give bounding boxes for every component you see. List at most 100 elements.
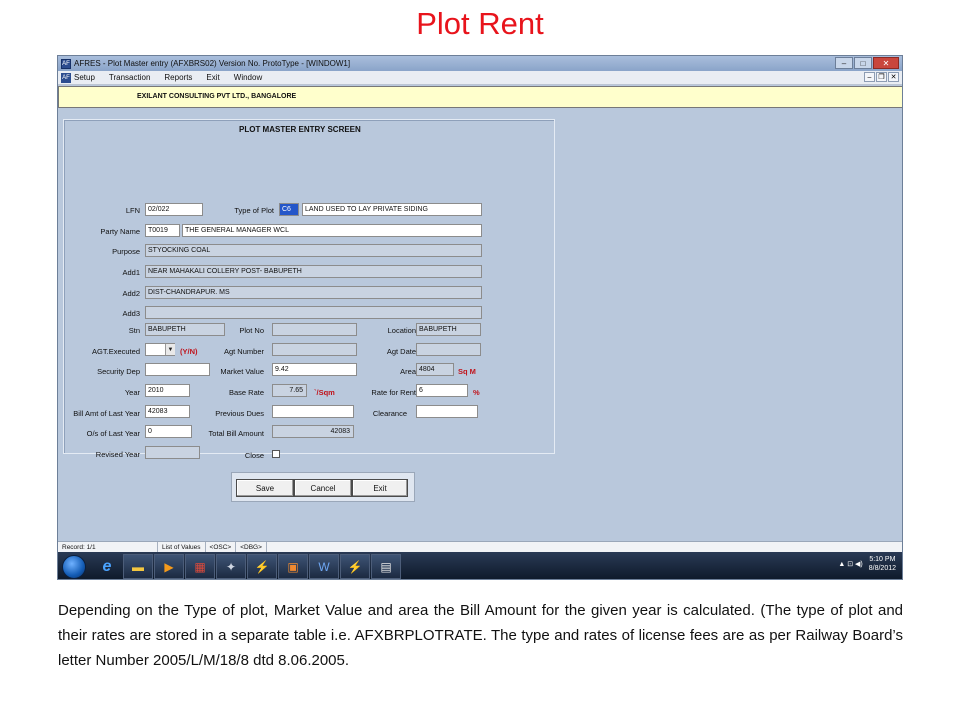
os-last-year-field[interactable]: 0 — [145, 425, 192, 438]
sqm-unit: Sq M — [458, 367, 476, 376]
app-window: AF AFRES - Plot Master entry (AFXBRS02) … — [57, 55, 903, 580]
window-titlebar[interactable]: AF AFRES - Plot Master entry (AFXBRS02) … — [58, 56, 902, 71]
stn-field[interactable]: BABUPETH — [145, 323, 225, 336]
previous-dues-field[interactable] — [272, 405, 354, 418]
clearance-field[interactable] — [416, 405, 478, 418]
save-button[interactable]: Save — [236, 479, 294, 497]
type-of-plot-label: Type of Plot — [234, 206, 274, 215]
chevron-down-icon[interactable]: ▼ — [165, 344, 175, 355]
plot-master-form: PLOT MASTER ENTRY SCREEN LFN 02/022 Type… — [63, 119, 555, 502]
powerpoint-icon[interactable]: ▣ — [278, 554, 308, 579]
area-field[interactable]: 4804 — [416, 363, 454, 376]
year-field[interactable]: 2010 — [145, 384, 190, 397]
network-icon[interactable]: ✦ — [216, 554, 246, 579]
menu-window[interactable]: Window — [234, 73, 262, 82]
plot-no-label: Plot No — [239, 326, 264, 335]
security-dep-label: Security Dep — [97, 367, 140, 376]
base-rate-field[interactable]: 7.65 — [272, 384, 307, 397]
media-player-icon[interactable]: ▶ — [154, 554, 184, 579]
child-restore-button[interactable]: ❐ — [876, 72, 887, 82]
lfn-label: LFN — [125, 206, 140, 215]
add2-label: Add2 — [122, 289, 140, 298]
description-text: Depending on the Type of plot, Market Va… — [58, 602, 903, 669]
close-label: Close — [244, 451, 264, 460]
agt-number-label: Agt Number — [223, 347, 264, 356]
osc-indicator: <OSC> — [206, 542, 237, 552]
percent-unit: % — [473, 388, 480, 397]
button-bar: Save Cancel Exit — [231, 472, 415, 502]
list-of-values: List of Values — [158, 542, 206, 552]
yn-hint: (Y/N) — [180, 347, 198, 356]
dbg-indicator: <DBG> — [236, 542, 267, 552]
revised-year-field[interactable] — [145, 446, 200, 459]
internet-explorer-icon[interactable]: e — [92, 554, 122, 579]
form-title: PLOT MASTER ENTRY SCREEN — [239, 125, 361, 134]
windows-start-icon[interactable] — [62, 554, 86, 579]
security-dep-field[interactable] — [145, 363, 210, 376]
type-of-plot-desc-field[interactable]: LAND USED TO LAY PRIVATE SIDING — [302, 203, 482, 216]
party-name-field[interactable]: THE GENERAL MANAGER WCL — [182, 224, 482, 237]
stn-label: Stn — [128, 326, 140, 335]
clock[interactable]: 5:10 PM 8/8/2012 — [869, 555, 896, 573]
purpose-label: Purpose — [112, 247, 140, 256]
menu-bar: AF Setup Transaction Reports Exit Window… — [58, 71, 902, 85]
agt-date-field[interactable] — [416, 343, 481, 356]
add3-field[interactable] — [145, 306, 482, 319]
document-task-icon[interactable]: ▤ — [371, 554, 401, 579]
market-value-field[interactable]: 9.42 — [272, 363, 357, 376]
document-icon: AF — [61, 72, 71, 83]
maximize-button[interactable]: □ — [854, 57, 872, 69]
cancel-button[interactable]: Cancel — [294, 479, 352, 497]
add1-field[interactable]: NEAR MAHAKALI COLLERY POST- BABUPETH — [145, 265, 482, 278]
rate-for-rent-field[interactable]: 6 — [416, 384, 468, 397]
menu-transaction[interactable]: Transaction — [109, 73, 151, 82]
clearance-label: Clearance — [372, 409, 407, 418]
status-bar: Record: 1/1 List of Values <OSC> <DBG> — [58, 541, 902, 552]
child-minimize-button[interactable]: – — [864, 72, 875, 82]
menu-exit[interactable]: Exit — [206, 73, 219, 82]
agt-date-label: Agt Date — [386, 347, 416, 356]
per-sqm-unit: `/Sqm — [314, 388, 335, 397]
year-label: Year — [124, 388, 140, 397]
location-field[interactable]: BABUPETH — [416, 323, 481, 336]
slide-title: Plot Rent — [416, 6, 544, 41]
plot-no-field[interactable] — [272, 323, 357, 336]
area-label: Area — [400, 367, 416, 376]
clock-time: 5:10 PM — [869, 556, 896, 563]
add2-field[interactable]: DIST-CHANDRAPUR. MS — [145, 286, 482, 299]
app-task-icon[interactable]: ▦ — [185, 554, 215, 579]
menu-setup[interactable]: Setup — [74, 73, 95, 82]
add1-label: Add1 — [122, 268, 140, 277]
child-close-button[interactable]: ✕ — [888, 72, 899, 82]
lfn-field[interactable]: 02/022 — [145, 203, 203, 216]
party-code-field[interactable]: T0019 — [145, 224, 180, 237]
menu-reports[interactable]: Reports — [164, 73, 192, 82]
add3-label: Add3 — [122, 309, 140, 318]
word-icon[interactable]: W — [309, 554, 339, 579]
exit-button[interactable]: Exit — [352, 479, 408, 497]
close-window-button[interactable]: ✕ — [873, 57, 899, 69]
minimize-button[interactable]: – — [835, 57, 853, 69]
tray-icons[interactable]: ▲ ⊡ ◀) — [838, 560, 862, 568]
close-checkbox[interactable] — [272, 450, 280, 458]
type-of-plot-code-field[interactable]: C6 — [279, 203, 299, 216]
app-icon: AF — [61, 58, 71, 69]
agt-executed-label: AGT.Executed — [92, 347, 140, 356]
os-last-year-label: O/s of Last Year — [86, 429, 140, 438]
window-title: AFRES - Plot Master entry (AFXBRS02) Ver… — [74, 59, 351, 68]
market-value-label: Market Value — [220, 367, 264, 376]
agt-number-field[interactable] — [272, 343, 357, 356]
base-rate-label: Base Rate — [228, 388, 264, 397]
total-bill-amount-label: Total Bill Amount — [208, 429, 264, 438]
forms-runtime-icon[interactable]: ⚡ — [340, 554, 370, 579]
rate-for-rent-label: Rate for Rent — [371, 388, 416, 397]
record-count: Record: 1/1 — [58, 542, 158, 552]
bill-amt-last-year-field[interactable]: 42083 — [145, 405, 190, 418]
purpose-field[interactable]: STYOCKING COAL — [145, 244, 482, 257]
company-banner: EXILANT CONSULTING PVT LTD., BANGALORE — [58, 86, 902, 108]
total-bill-amount-field[interactable]: 42083 — [272, 425, 354, 438]
taskbar: e ▬ ▶ ▦ ✦ ⚡ ▣ W ⚡ ▤ ▲ ⊡ ◀) 5:10 PM 8/8/2… — [58, 552, 902, 579]
clock-date: 8/8/2012 — [868, 565, 896, 572]
folder-icon[interactable]: ▬ — [123, 554, 153, 579]
oracle-forms-icon[interactable]: ⚡ — [247, 554, 277, 579]
